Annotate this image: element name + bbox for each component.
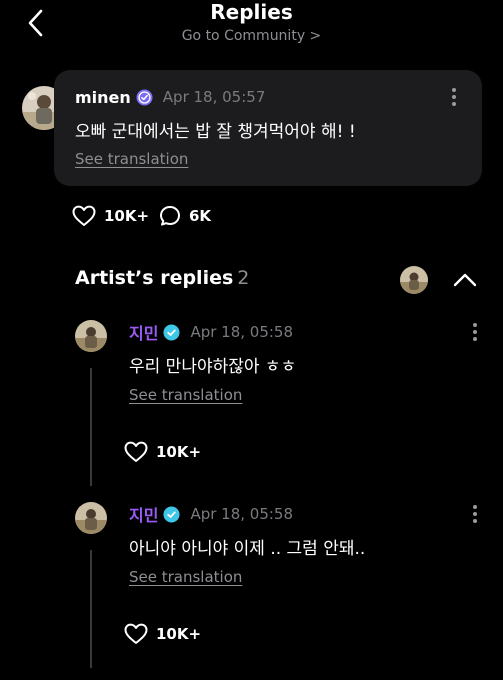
reply-timestamp: Apr 18, 05:58: [190, 323, 294, 341]
verified-badge-icon: [163, 505, 180, 523]
like-button[interactable]: 10K+: [72, 202, 149, 230]
artist-avatar-small: [400, 266, 428, 294]
avatar[interactable]: [75, 502, 107, 534]
reply-author-name[interactable]: 지민: [129, 502, 158, 526]
more-options-button[interactable]: [465, 502, 485, 526]
more-dot: [473, 337, 477, 341]
heart-icon: [72, 205, 96, 226]
like-button[interactable]: 10K+: [124, 620, 201, 648]
like-count: 10K+: [156, 443, 202, 461]
reply-author-row: 지민 Apr 18, 05:58: [129, 321, 293, 343]
more-options-button[interactable]: [465, 320, 485, 344]
reply-text: 아니야 아니야 이제 .. 그럼 안돼..: [129, 539, 366, 559]
page-title: Replies: [210, 0, 293, 24]
reply-count: 6K: [189, 207, 212, 225]
reply-text: 우리 만나야하잖아 ㅎㅎ: [129, 357, 297, 377]
more-dot: [473, 512, 477, 516]
reply-author-name[interactable]: 지민: [129, 320, 158, 344]
more-options-button[interactable]: [444, 85, 464, 109]
more-vertical-icon: [473, 505, 477, 509]
reply-count-button[interactable]: 6K: [159, 202, 211, 230]
more-vertical-icon: [473, 323, 477, 327]
comment-author-name[interactable]: minen: [75, 88, 131, 107]
verified-badge-icon: [163, 323, 180, 341]
thread-line: [90, 368, 92, 486]
comment-text: 오빠 군대에서는 밥 잘 챙겨먹어야 해! !: [75, 122, 356, 142]
like-button[interactable]: 10K+: [124, 438, 201, 466]
artist-replies-heading: Artist’s replies 2: [75, 267, 249, 289]
comment-bubble-icon: [160, 206, 180, 226]
verified-badge-icon: [136, 88, 153, 106]
reply-timestamp: Apr 18, 05:58: [190, 505, 294, 523]
more-dot: [452, 102, 456, 106]
artist-replies-count: 2: [237, 267, 250, 289]
avatar[interactable]: [75, 320, 107, 352]
more-dot: [452, 95, 456, 99]
more-dot: [473, 519, 477, 523]
reply-author-row: 지민 Apr 18, 05:58: [129, 503, 293, 525]
heart-icon: [124, 441, 148, 462]
thread-line: [90, 550, 92, 668]
like-count: 10K+: [156, 625, 202, 643]
heart-icon: [124, 623, 148, 644]
comment-author-row: minen Apr 18, 05:57: [75, 86, 265, 108]
like-count: 10K+: [104, 207, 150, 225]
see-translation-link[interactable]: See translation: [129, 568, 242, 586]
more-dot: [473, 330, 477, 334]
go-to-community-link[interactable]: Go to Community >: [0, 28, 503, 44]
comment-timestamp: Apr 18, 05:57: [162, 88, 266, 106]
see-translation-link[interactable]: See translation: [75, 150, 188, 168]
see-translation-link[interactable]: See translation: [129, 386, 242, 404]
chevron-up-icon: [453, 273, 477, 287]
collapse-button[interactable]: [451, 268, 479, 292]
artist-replies-title: Artist’s replies: [75, 267, 234, 289]
header: Replies Go to Community >: [0, 0, 503, 56]
more-vertical-icon: [452, 88, 456, 92]
